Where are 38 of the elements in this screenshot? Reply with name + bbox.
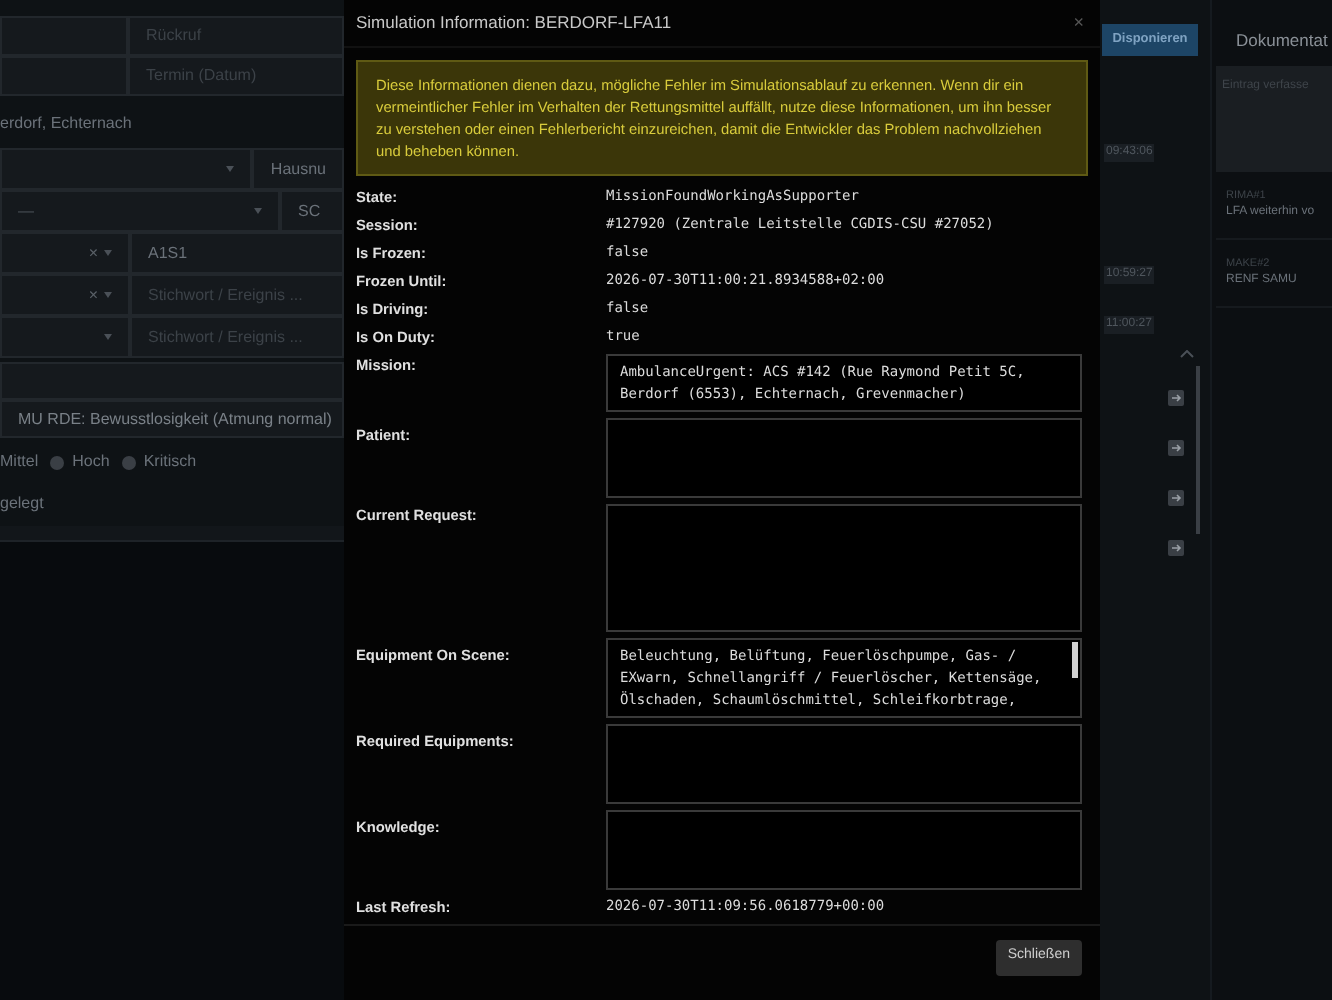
text-field[interactable]: SC: [280, 190, 344, 232]
select-field[interactable]: [0, 148, 253, 190]
radio-label: Hoch: [72, 450, 110, 474]
clear-icon[interactable]: ×: [88, 283, 98, 307]
text-area[interactable]: [606, 724, 1082, 804]
text-field[interactable]: Hausnu: [252, 148, 344, 190]
arrow-box-icon[interactable]: [1168, 540, 1184, 556]
caret-icon: [226, 166, 235, 172]
documentation-title: Dokumentat: [1236, 28, 1330, 54]
select-field[interactable]: ×: [0, 232, 130, 274]
dialog-title: Simulation Information: BERDORF-LFA11: [356, 10, 672, 36]
text-field[interactable]: A1S1: [130, 232, 344, 274]
form-field[interactable]: [0, 362, 344, 400]
priority-label: Mittel: [0, 450, 39, 474]
arrow-box-icon[interactable]: [1168, 390, 1184, 406]
clear-icon[interactable]: ×: [88, 241, 98, 265]
text-area[interactable]: [606, 418, 1082, 498]
caret-icon: [104, 250, 112, 256]
caret-icon: [104, 292, 112, 298]
scrollbar[interactable]: [1196, 366, 1200, 534]
keyword-field[interactable]: MU RDE: Bewusstlosigkeit (Atmung normal): [0, 400, 344, 438]
text-area[interactable]: [606, 504, 1082, 632]
caret-icon: [254, 208, 262, 214]
caret-icon: [104, 334, 112, 340]
chevron-up-icon[interactable]: [1180, 350, 1194, 358]
text-area[interactable]: [606, 810, 1082, 890]
radio-button[interactable]: [50, 455, 65, 469]
status-text: gelegt: [0, 492, 46, 516]
close-button[interactable]: ×: [1073, 9, 1084, 37]
scrollbar[interactable]: [1072, 642, 1078, 678]
radio-label: Kritisch: [143, 450, 197, 474]
select-field[interactable]: —: [0, 190, 280, 232]
select-field[interactable]: ×: [0, 274, 130, 316]
arrow-box-icon[interactable]: [1168, 440, 1184, 456]
select-field[interactable]: [0, 316, 130, 358]
radio-button[interactable]: [121, 455, 136, 469]
arrow-box-icon[interactable]: [1168, 490, 1184, 506]
address-text: erdorf, Echternach: [0, 112, 134, 136]
